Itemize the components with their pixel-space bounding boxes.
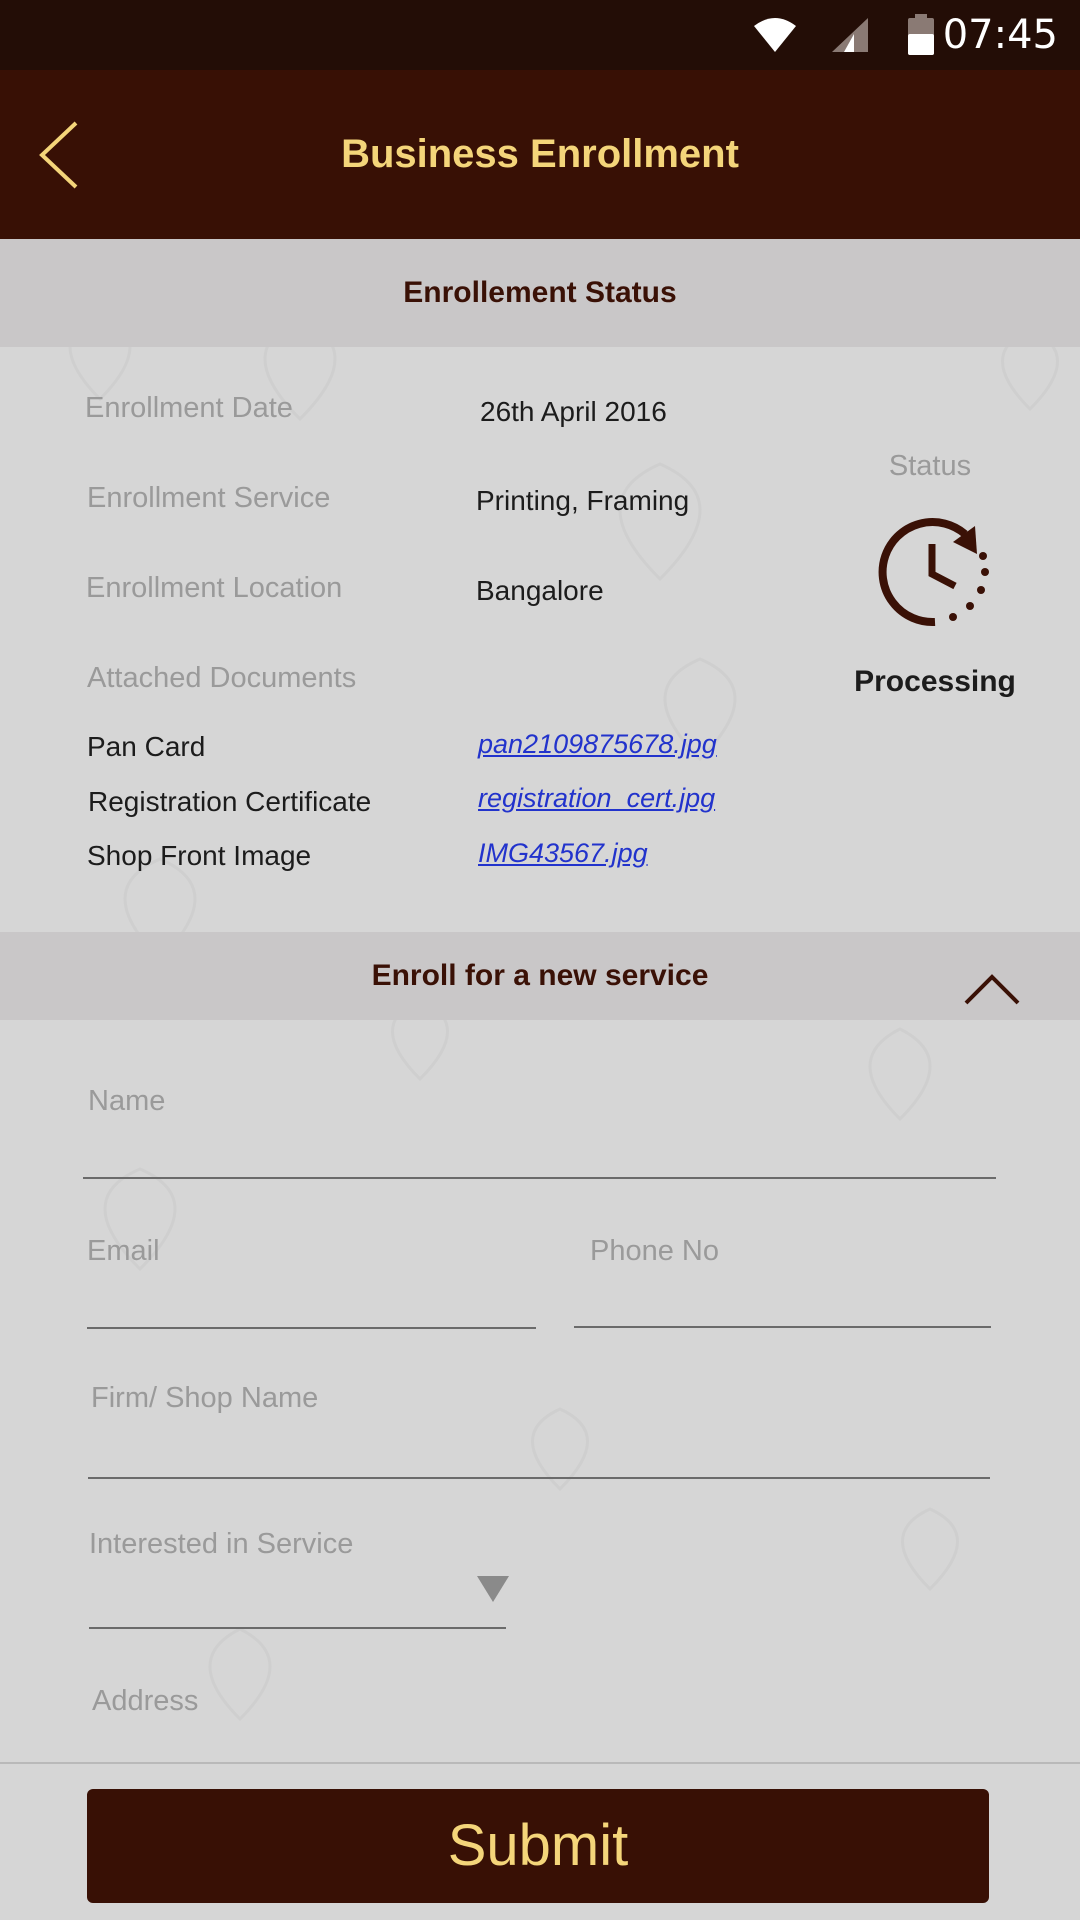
clock-time: 07:45 xyxy=(942,12,1058,58)
attached-documents-label: Attached Documents xyxy=(87,662,357,694)
document-name-pan-card: Pan Card xyxy=(87,731,206,762)
phone-field[interactable] xyxy=(574,1326,991,1328)
submit-button[interactable]: Submit xyxy=(87,1789,989,1903)
status-value: Processing xyxy=(854,665,1016,698)
enroll-new-service-title: Enroll for a new service xyxy=(371,959,709,992)
interested-service-dropdown[interactable] xyxy=(89,1627,506,1629)
enroll-new-service-header[interactable]: Enroll for a new service xyxy=(0,932,1080,1020)
email-field[interactable] xyxy=(87,1327,536,1329)
address-field-label: Address xyxy=(92,1685,199,1717)
enrollment-status-header: Enrollement Status xyxy=(0,239,1080,347)
document-name-shop-front-image: Shop Front Image xyxy=(87,840,312,871)
document-link-shop-front-image[interactable]: IMG43567.jpg xyxy=(478,838,648,869)
enrollment-date-label: Enrollment Date xyxy=(85,392,293,424)
name-field-label: Name xyxy=(88,1085,166,1117)
battery-icon xyxy=(907,14,935,61)
name-field[interactable] xyxy=(83,1177,996,1179)
document-name-registration-certificate: Registration Certificate xyxy=(88,786,372,817)
address-field[interactable] xyxy=(0,1762,1080,1764)
enrollment-location-value: Bangalore xyxy=(476,575,604,606)
document-link-pan-card[interactable]: pan2109875678.jpg xyxy=(478,729,717,760)
document-link-registration-certificate[interactable]: registration_cert.jpg xyxy=(478,783,715,814)
phone-field-label: Phone No xyxy=(590,1235,719,1267)
interested-service-field-label: Interested in Service xyxy=(89,1528,354,1560)
app-bar: Business Enrollment xyxy=(0,70,1080,239)
clock-processing-icon xyxy=(875,512,995,637)
status-bar: 07:45 xyxy=(0,0,1080,70)
chevron-up-icon[interactable] xyxy=(964,954,1020,1042)
page-title: Business Enrollment xyxy=(341,132,739,176)
firm-shop-name-field[interactable] xyxy=(88,1477,990,1479)
enrollment-service-label: Enrollment Service xyxy=(87,482,331,514)
wifi-icon xyxy=(752,16,798,59)
status-label: Status xyxy=(888,450,972,482)
firm-shop-name-field-label: Firm/ Shop Name xyxy=(91,1382,319,1414)
enrollment-date-value: 26th April 2016 xyxy=(480,396,667,427)
cell-signal-icon xyxy=(830,16,870,59)
enrollment-location-label: Enrollment Location xyxy=(86,572,343,604)
email-field-label: Email xyxy=(87,1235,160,1267)
dropdown-triangle-icon[interactable] xyxy=(476,1575,510,1608)
enrollment-service-value: Printing, Framing xyxy=(476,485,690,516)
